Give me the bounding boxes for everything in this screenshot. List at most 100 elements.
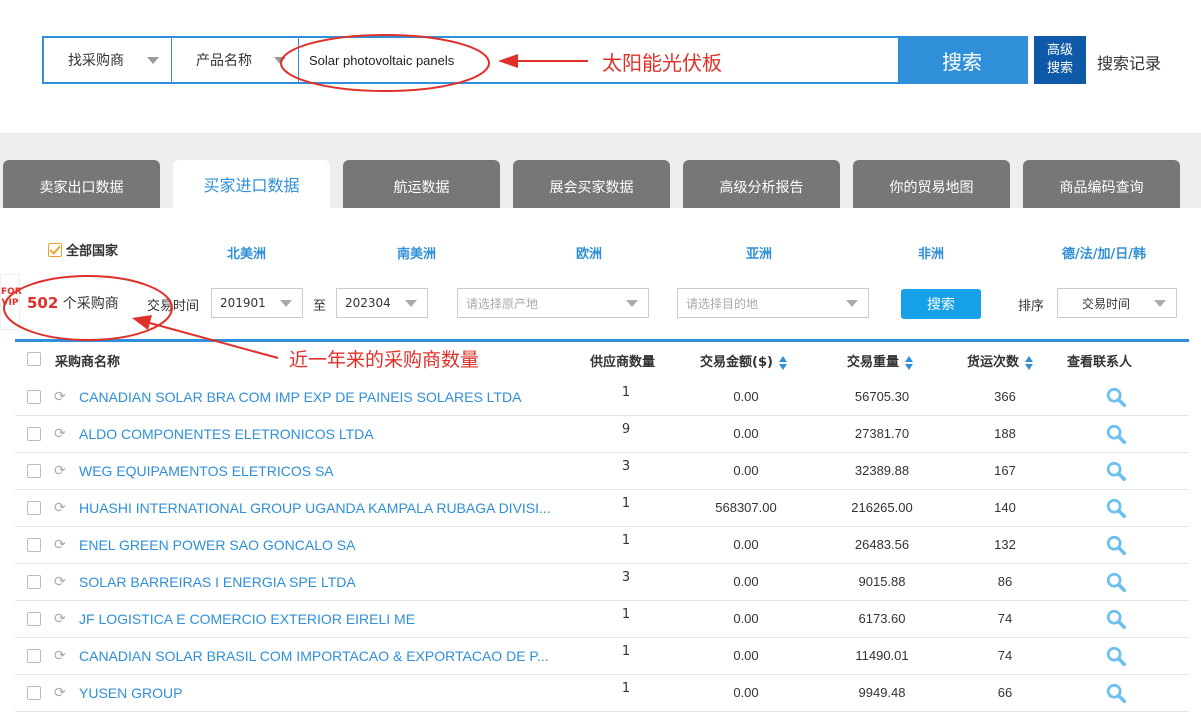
- refresh-icon[interactable]: ⟳: [54, 537, 66, 553]
- refresh-icon[interactable]: ⟳: [54, 500, 66, 516]
- date-to-select[interactable]: 202304: [336, 288, 428, 318]
- table-top-border: [15, 339, 1189, 342]
- refresh-icon[interactable]: ⟳: [54, 574, 66, 590]
- row-checkbox[interactable]: [27, 464, 41, 478]
- row-checkbox[interactable]: [27, 575, 41, 589]
- search-button[interactable]: 搜索: [898, 38, 1026, 82]
- tab-buyer-import[interactable]: 买家进口数据: [173, 160, 330, 208]
- trade-weight: 216265.00: [851, 500, 913, 515]
- origin-select[interactable]: 请选择原产地: [457, 288, 649, 318]
- view-contacts-search-icon[interactable]: [1105, 534, 1127, 556]
- shipment-count: 140: [994, 500, 1016, 515]
- chevron-down-icon: [274, 57, 286, 64]
- header-contacts: 查看联系人: [1067, 355, 1133, 370]
- sort-icon[interactable]: [1025, 355, 1034, 370]
- annotation-buyer-count: 近一年来的采购商数量: [289, 349, 480, 371]
- tab-trade-map[interactable]: 你的贸易地图: [853, 160, 1010, 208]
- search-type-value: 找采购商: [68, 53, 124, 69]
- trade-amount: 0.00: [733, 685, 759, 700]
- table-row: ⟳ ENEL GREEN POWER SAO GONCALO SA 1 0.00 264…: [15, 527, 1189, 564]
- table-row: ⟳ JF LOGISTICA E COMERCIO EXTERIOR EIRELI…: [15, 601, 1189, 638]
- header-shipments[interactable]: 货运次数: [967, 351, 1034, 370]
- view-contacts-search-icon[interactable]: [1105, 386, 1127, 408]
- region-europe[interactable]: 欧洲: [576, 243, 602, 262]
- advanced-search-line1: 高级: [1046, 43, 1073, 58]
- refresh-icon[interactable]: ⟳: [54, 648, 66, 664]
- buyer-name-link[interactable]: ALDO COMPONENTES ELETRONICOS LTDA: [79, 426, 374, 442]
- buyer-name-link[interactable]: CANADIAN SOLAR BRA COM IMP EXP DE PAINEI…: [79, 389, 521, 405]
- buyer-name-link[interactable]: WEG EQUIPAMENTOS ELETRICOS SA: [79, 463, 334, 479]
- view-contacts-search-icon[interactable]: [1105, 571, 1127, 593]
- region-north-america[interactable]: 北美洲: [227, 243, 266, 262]
- search-query-text: Solar photovoltaic panels: [309, 52, 455, 68]
- trade-weight: 27381.70: [854, 426, 910, 441]
- date-from-select[interactable]: 201901: [211, 288, 303, 318]
- search-bar: 找采购商 产品名称 Solar photovoltaic panels 搜索: [42, 36, 1028, 84]
- search-field-select[interactable]: 产品名称: [172, 38, 299, 82]
- row-checkbox[interactable]: [27, 390, 41, 404]
- sort-value: 交易时间: [1082, 296, 1131, 311]
- tab-seller-export[interactable]: 卖家出口数据: [3, 160, 160, 208]
- header-weight[interactable]: 交易重量: [847, 351, 914, 370]
- refresh-icon[interactable]: ⟳: [54, 426, 66, 442]
- sort-select[interactable]: 交易时间: [1057, 288, 1177, 318]
- shipment-count: 132: [994, 537, 1016, 552]
- buyer-name-link[interactable]: ENEL GREEN POWER SAO GONCALO SA: [79, 537, 355, 553]
- search-input[interactable]: Solar photovoltaic panels: [299, 38, 898, 82]
- search-type-select[interactable]: 找采购商: [44, 38, 172, 82]
- view-contacts-search-icon[interactable]: [1105, 423, 1127, 445]
- date-from-value: 201901: [220, 296, 266, 310]
- tab-advanced-report[interactable]: 高级分析报告: [683, 160, 840, 208]
- region-asia[interactable]: 亚洲: [746, 243, 772, 262]
- sort-icon[interactable]: [778, 355, 787, 370]
- view-contacts-search-icon[interactable]: [1105, 460, 1127, 482]
- all-countries-checkbox[interactable]: 全部国家: [48, 240, 118, 259]
- row-checkbox[interactable]: [27, 649, 41, 663]
- chevron-down-icon: [405, 300, 417, 307]
- view-contacts-search-icon[interactable]: [1105, 608, 1127, 630]
- refresh-icon[interactable]: ⟳: [54, 389, 66, 405]
- advanced-search-button[interactable]: 高级 搜索: [1034, 36, 1086, 84]
- region-de-fr-ca-jp-kr[interactable]: 德/法/加/日/韩: [1062, 243, 1146, 262]
- view-contacts-search-icon[interactable]: [1105, 497, 1127, 519]
- refresh-icon[interactable]: ⟳: [54, 685, 66, 701]
- trade-weight: 56705.30: [854, 389, 910, 404]
- chevron-down-icon: [280, 300, 292, 307]
- chevron-down-icon: [147, 57, 159, 64]
- trade-weight: 9015.88: [858, 574, 906, 589]
- row-checkbox[interactable]: [27, 501, 41, 515]
- view-contacts-search-icon[interactable]: [1105, 682, 1127, 704]
- origin-placeholder: 请选择原产地: [466, 296, 539, 311]
- chevron-down-icon: [846, 300, 858, 307]
- buyer-name-link[interactable]: YUSEN GROUP: [79, 685, 182, 701]
- row-checkbox[interactable]: [27, 612, 41, 626]
- header-amount[interactable]: 交易金额($): [700, 351, 787, 370]
- row-checkbox[interactable]: [27, 427, 41, 441]
- refresh-icon[interactable]: ⟳: [54, 463, 66, 479]
- row-checkbox[interactable]: [27, 686, 41, 700]
- trade-time-label: 交易时间: [147, 299, 200, 314]
- supplier-count: 1: [621, 533, 631, 548]
- buyer-count-label: 个采购商: [62, 296, 119, 312]
- table-row: ⟳ YUSEN GROUP 1 0.00 9949.48 66: [15, 675, 1189, 712]
- buyer-name-link[interactable]: JF LOGISTICA E COMERCIO EXTERIOR EIRELI …: [79, 611, 415, 627]
- destination-select[interactable]: 请选择目的地: [677, 288, 869, 318]
- buyer-name-link[interactable]: HUASHI INTERNATIONAL GROUP UGANDA KAMPAL…: [79, 500, 551, 516]
- sort-icon[interactable]: [905, 355, 914, 370]
- search-history-link[interactable]: 搜索记录: [1097, 50, 1161, 74]
- shipment-count: 66: [997, 685, 1013, 700]
- tab-expo-buyers[interactable]: 展会买家数据: [513, 160, 670, 208]
- view-contacts-search-icon[interactable]: [1105, 645, 1127, 667]
- tab-shipping[interactable]: 航运数据: [343, 160, 500, 208]
- tab-hs-code[interactable]: 商品编码查询: [1023, 160, 1180, 208]
- buyer-name-link[interactable]: SOLAR BARREIRAS I ENERGIA SPE LTDA: [79, 574, 356, 590]
- region-africa[interactable]: 非洲: [918, 243, 944, 262]
- buyer-name-link[interactable]: CANADIAN SOLAR BRASIL COM IMPORTACAO & E…: [79, 648, 549, 664]
- search-field-value: 产品名称: [196, 53, 252, 69]
- row-checkbox[interactable]: [27, 538, 41, 552]
- select-all-checkbox[interactable]: [27, 352, 41, 366]
- refresh-icon[interactable]: ⟳: [54, 611, 66, 627]
- shipment-count: 188: [994, 426, 1016, 441]
- region-south-america[interactable]: 南美洲: [397, 243, 436, 262]
- filter-search-button[interactable]: 搜索: [901, 289, 981, 319]
